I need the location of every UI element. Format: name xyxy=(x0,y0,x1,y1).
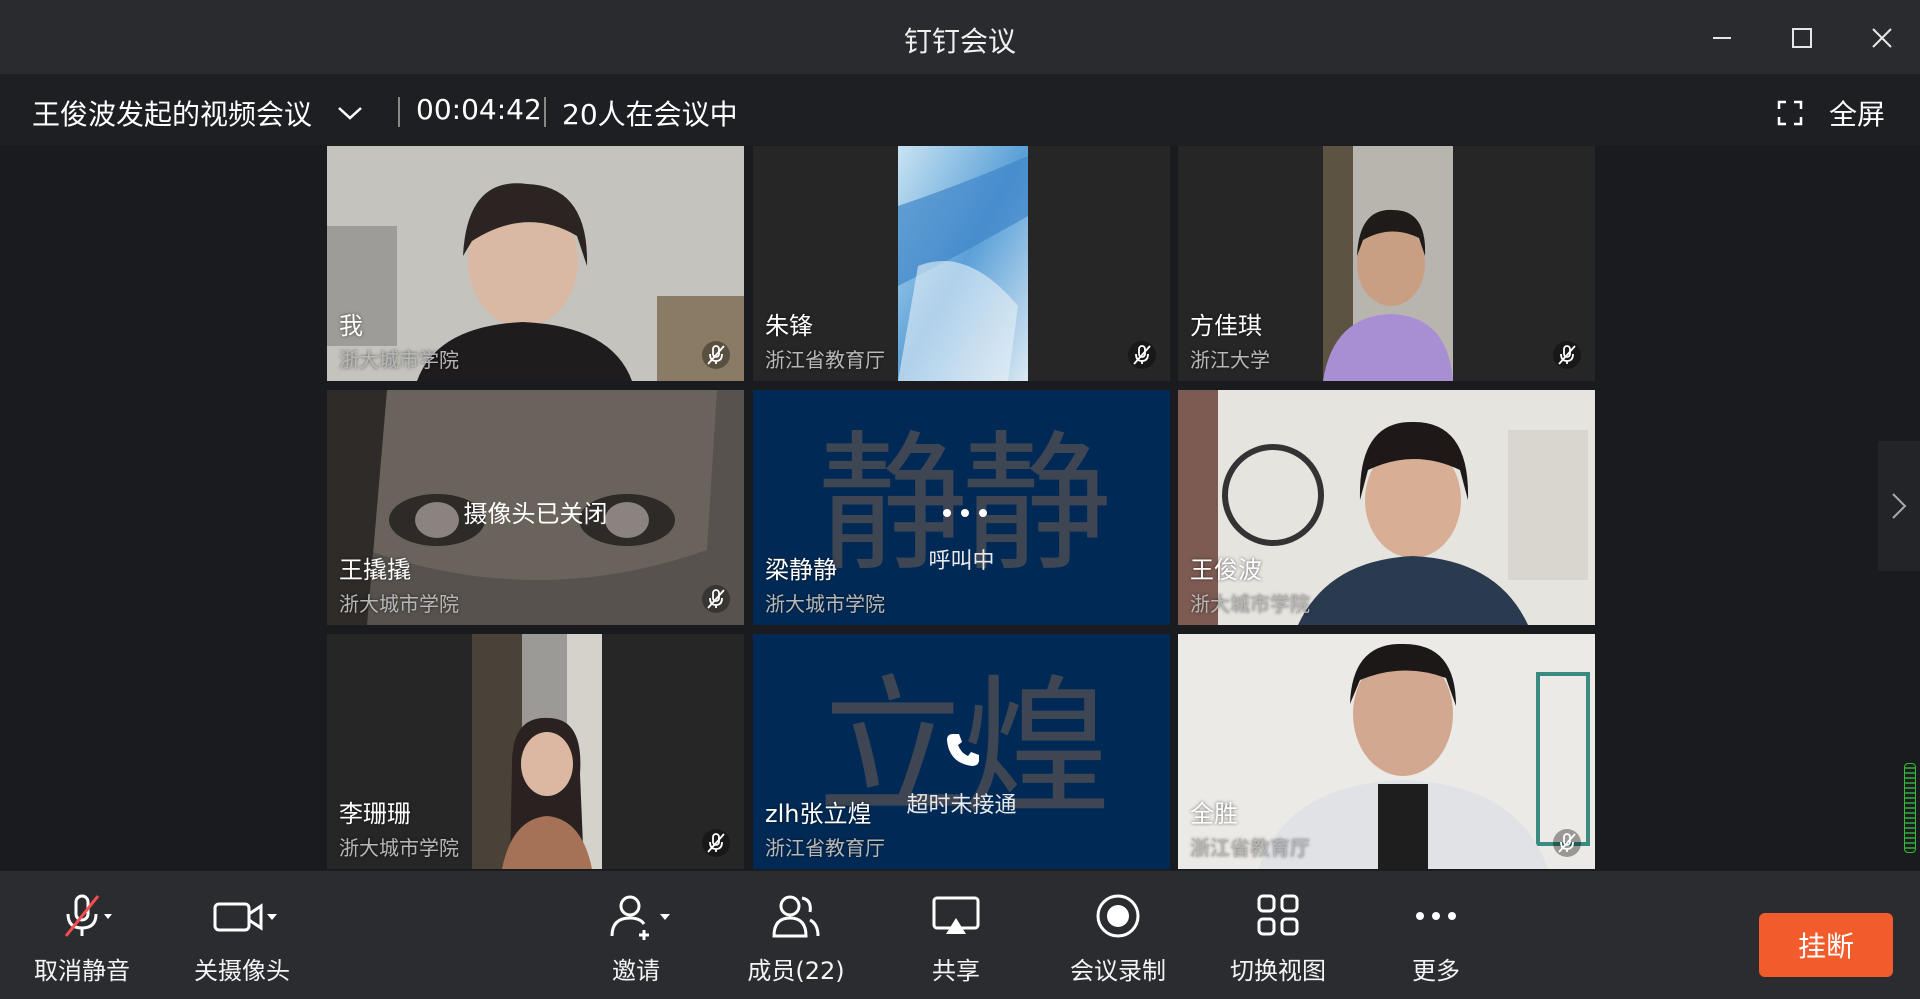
mic-muted-icon xyxy=(702,341,730,369)
video-tile[interactable]: 全胜 浙江省教育厅 xyxy=(1178,634,1595,869)
audio-level-indicator xyxy=(1904,763,1916,853)
participant-name: 全胜 xyxy=(1190,800,1238,828)
close-icon xyxy=(1872,28,1892,48)
participant-org: 浙大城市学院 xyxy=(765,592,885,616)
next-page-button[interactable] xyxy=(1878,441,1920,571)
camera-off-button[interactable]: 关摄像头 xyxy=(190,891,294,987)
participant-name: 梁静静 xyxy=(765,556,837,584)
calling-indicator xyxy=(938,502,992,521)
mic-muted-icon xyxy=(1553,829,1581,857)
more-button[interactable]: 更多 xyxy=(1408,891,1464,987)
fullscreen-button[interactable]: 全屏 xyxy=(1829,93,1885,133)
meeting-details-dropdown[interactable] xyxy=(332,95,368,131)
camera-off-status: 摄像头已关闭 xyxy=(463,500,608,528)
members-button[interactable]: 成员(22) xyxy=(744,891,848,987)
share-button[interactable]: 共享 xyxy=(928,891,984,987)
participant-org: 浙江省教育厅 xyxy=(765,836,885,860)
participant-video xyxy=(472,634,602,869)
chevron-down-icon xyxy=(338,107,362,120)
screen-share-icon xyxy=(932,896,980,934)
maximize-button[interactable] xyxy=(1778,14,1826,62)
participant-org: 浙江大学 xyxy=(1190,348,1270,372)
participant-name: 方佳琪 xyxy=(1190,312,1262,340)
video-tile[interactable]: 方佳琪 浙江大学 xyxy=(1178,146,1595,381)
unmute-button[interactable]: 取消静音 xyxy=(30,891,134,987)
chevron-right-icon xyxy=(1892,493,1907,519)
divider xyxy=(544,97,546,127)
video-tile[interactable]: 朱锋 浙江省教育厅 xyxy=(753,146,1170,381)
video-tile[interactable]: 我 浙大城市学院 xyxy=(327,146,744,381)
minimize-button[interactable] xyxy=(1698,14,1746,62)
participant-org: 浙大城市学院 xyxy=(339,592,459,616)
video-camera-icon xyxy=(213,902,277,932)
video-tile[interactable]: 摄像头已关闭 王撬撬 浙大城市学院 xyxy=(327,390,744,625)
window-title: 钉钉会议 xyxy=(903,25,1016,58)
mic-muted-icon xyxy=(64,894,112,937)
participant-name: 王俊波 xyxy=(1190,556,1262,584)
mic-muted-icon xyxy=(702,585,730,613)
calling-tile[interactable]: 立煌 超时未接通 zlh张立煌 浙江省教育厅 xyxy=(753,634,1170,869)
meeting-info-bar: 王俊波发起的视频会议 00:04:42 20人在会议中 全屏 xyxy=(0,75,1920,145)
more-icon xyxy=(1416,912,1456,920)
mic-muted-icon xyxy=(702,829,730,857)
record-button[interactable]: 会议录制 xyxy=(1066,891,1170,987)
divider xyxy=(398,97,400,127)
participant-name: 李珊珊 xyxy=(339,800,411,828)
members-icon xyxy=(772,895,820,938)
meeting-name[interactable]: 王俊波发起的视频会议 xyxy=(32,93,312,133)
add-user-icon xyxy=(610,895,670,940)
video-tile[interactable]: 王俊波 浙大城市学院 xyxy=(1178,390,1595,625)
participant-org: 浙江省教育厅 xyxy=(1190,836,1310,860)
mic-muted-icon xyxy=(1553,341,1581,369)
calling-tile[interactable]: 静静 呼叫中 梁静静 浙大城市学院 xyxy=(753,390,1170,625)
video-tile[interactable]: 李珊珊 浙大城市学院 xyxy=(327,634,744,869)
participant-name: 王撬撬 xyxy=(339,556,411,584)
record-icon xyxy=(1096,894,1140,938)
grid-view-icon xyxy=(1257,894,1299,936)
participant-org: 浙大城市学院 xyxy=(1190,592,1310,616)
maximize-icon xyxy=(1792,28,1812,48)
meeting-timer: 00:04:42 xyxy=(416,93,542,126)
video-grid: 我 浙大城市学院 朱锋 浙江省教育厅 方佳琪 浙江大学 摄像头已关闭 王撬撬 浙… xyxy=(0,146,1920,870)
participant-name: zlh张立煌 xyxy=(765,800,872,828)
switch-view-button[interactable]: 切换视图 xyxy=(1226,891,1330,987)
minimize-icon xyxy=(1713,37,1731,39)
meeting-toolbar: 取消静音 关摄像头 邀请 成员(22) 共享 会议录制 切换视图 更多 挂断 xyxy=(0,871,1920,999)
participant-org: 浙江省教育厅 xyxy=(765,348,885,372)
hang-up-button[interactable]: 挂断 xyxy=(1759,913,1893,977)
participant-video xyxy=(1323,146,1453,381)
participant-name: 朱锋 xyxy=(765,312,813,340)
participant-count: 20人在会议中 xyxy=(562,98,738,131)
participant-video xyxy=(898,146,1028,381)
mic-muted-icon xyxy=(1128,341,1156,369)
close-button[interactable] xyxy=(1858,14,1906,62)
participant-name: 我 xyxy=(339,312,363,340)
phone-icon xyxy=(943,730,983,774)
participant-org: 浙大城市学院 xyxy=(339,348,459,372)
title-bar: 钉钉会议 xyxy=(0,0,1920,75)
participant-org: 浙大城市学院 xyxy=(339,836,459,860)
fullscreen-icon[interactable] xyxy=(1772,95,1808,131)
invite-button[interactable]: 邀请 xyxy=(600,891,672,987)
